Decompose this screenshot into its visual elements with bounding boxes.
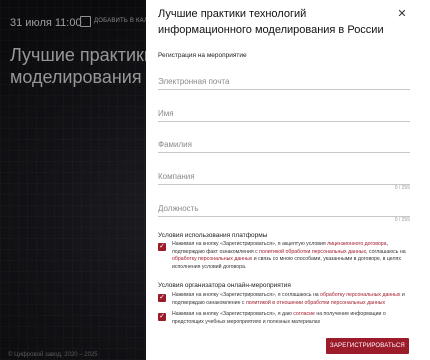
platform-terms-heading: Условия использования платформы — [158, 232, 268, 239]
platform-consent-checkbox[interactable]: ✓ — [158, 243, 166, 251]
organizer-terms-heading: Условия организатора онлайн-мероприятия — [158, 282, 291, 289]
organizer-consent-text-1: Нажимая на кнопку «Зарегистрироваться», … — [172, 292, 405, 306]
email-field-wrap — [158, 71, 410, 90]
company-field[interactable] — [158, 168, 410, 185]
first-name-field[interactable] — [158, 105, 410, 122]
position-char-counter: 0 / 255 — [394, 217, 410, 223]
organizer-consent-row-1: ✓ Нажимая на кнопку «Зарегистрироваться»… — [158, 292, 410, 307]
close-icon[interactable]: ✕ — [396, 8, 408, 20]
privacy-policy-link[interactable]: политикой обработки персональных данных — [259, 249, 366, 255]
consent-link[interactable]: согласие — [293, 311, 315, 317]
data-processing-link[interactable]: обработку персональных данных — [172, 256, 252, 262]
company-char-counter: 0 / 255 — [394, 185, 410, 191]
position-field-wrap: 0 / 255 — [158, 198, 410, 223]
organizer-consent-checkbox-1[interactable]: ✓ — [158, 294, 166, 302]
organizer-consent-text-2: Нажимая на кнопку «Зарегистрироваться», … — [172, 311, 386, 325]
organizer-consent-checkbox-2[interactable]: ✓ — [158, 313, 166, 321]
first-name-field-wrap — [158, 103, 410, 122]
register-button[interactable]: ЗАРЕГИСТРИРОВАТЬСЯ — [326, 338, 409, 354]
last-name-field[interactable] — [158, 136, 410, 153]
organizer-data-processing-link[interactable]: обработку персональных данных — [320, 292, 400, 298]
company-field-wrap: 0 / 255 — [158, 166, 410, 191]
license-agreement-link[interactable]: лицензионного договора — [327, 241, 386, 247]
email-field[interactable] — [158, 73, 410, 90]
position-field[interactable] — [158, 200, 410, 217]
platform-consent-text: Нажимая на кнопку «Зарегистрироваться», … — [172, 241, 406, 270]
organizer-consent-row-2: ✓ Нажимая на кнопку «Зарегистрироваться»… — [158, 311, 410, 326]
registration-modal: Лучшие практики технологий информационно… — [146, 0, 430, 360]
organizer-privacy-policy-link[interactable]: политикой в отношении обработки персонал… — [246, 300, 385, 306]
modal-title: Лучшие практики технологий информационно… — [158, 8, 384, 36]
platform-consent-row: ✓ Нажимая на кнопку «Зарегистрироваться»… — [158, 241, 410, 271]
modal-subtitle: Регистрация на мероприятие — [158, 52, 247, 59]
last-name-field-wrap — [158, 134, 410, 153]
